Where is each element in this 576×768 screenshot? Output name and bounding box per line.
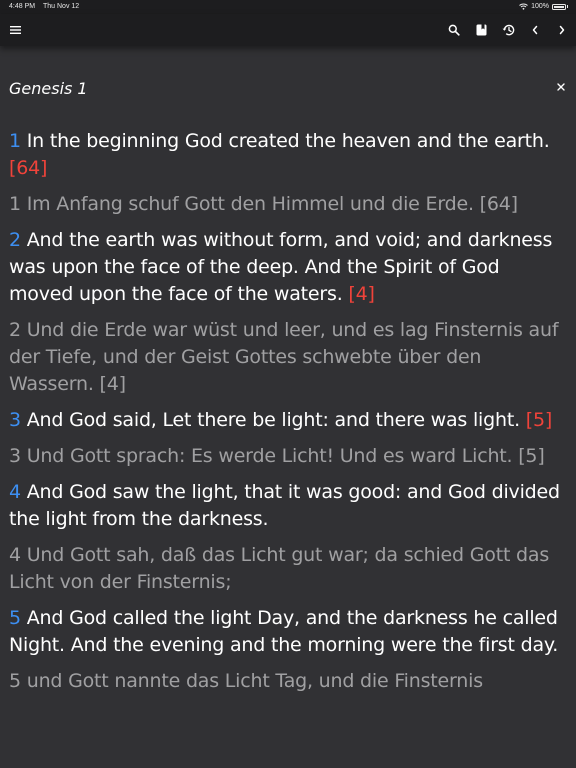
verse-number[interactable]: 4 bbox=[9, 481, 21, 503]
verse-number[interactable]: 2 bbox=[9, 229, 21, 251]
search-icon[interactable] bbox=[442, 14, 466, 46]
verse-text: And God said, Let there be light: and th… bbox=[20, 409, 526, 431]
verse-number[interactable]: 5 bbox=[9, 607, 21, 629]
verse-list: 1 In the beginning God created the heave… bbox=[9, 128, 569, 704]
status-right: 100% bbox=[519, 3, 568, 10]
verse-text: And God called the light Day, and the da… bbox=[9, 607, 559, 656]
verse-text: And God saw the light, that it was good:… bbox=[9, 481, 560, 530]
verse-number[interactable]: 3 bbox=[9, 409, 21, 431]
battery-cap bbox=[567, 5, 568, 8]
verse-german[interactable]: 4 Und Gott sah, daß das Licht gut war; d… bbox=[9, 542, 569, 596]
chevron-left-icon[interactable] bbox=[523, 14, 547, 46]
verse-text: And the earth was without form, and void… bbox=[9, 229, 553, 305]
battery-icon bbox=[552, 3, 566, 10]
close-icon bbox=[557, 83, 565, 91]
status-bar: 4:48 PM Thu Nov 12 100% bbox=[0, 0, 576, 14]
wifi-icon bbox=[519, 3, 528, 10]
verse-number[interactable]: 1 bbox=[9, 130, 21, 152]
cross-reference-link[interactable]: [4] bbox=[348, 283, 375, 305]
history-clock-icon[interactable] bbox=[496, 14, 520, 46]
verse-english[interactable]: 2 And the earth was without form, and vo… bbox=[9, 227, 569, 308]
toolbar bbox=[0, 14, 576, 46]
status-date: Thu Nov 12 bbox=[43, 3, 80, 10]
verse-german[interactable]: 2 Und die Erde war wüst und leer, und es… bbox=[9, 317, 569, 398]
verse-german[interactable]: 5 und Gott nannte das Licht Tag, und die… bbox=[9, 668, 569, 695]
hamburger-menu-icon[interactable] bbox=[4, 14, 28, 46]
cross-reference-link[interactable]: [64] bbox=[9, 157, 47, 179]
reader-content[interactable]: Genesis 1 1 In the beginning God created… bbox=[0, 46, 576, 768]
verse-text: In the beginning God created the heaven … bbox=[20, 130, 550, 152]
close-button[interactable] bbox=[553, 79, 569, 95]
bottom-fade bbox=[0, 750, 576, 768]
status-time: 4:48 PM bbox=[9, 3, 36, 10]
verse-german[interactable]: 1 Im Anfang schuf Gott den Himmel und di… bbox=[9, 191, 569, 218]
bookmark-book-icon[interactable] bbox=[469, 14, 493, 46]
chapter-title: Genesis 1 bbox=[9, 79, 88, 98]
verse-german[interactable]: 3 Und Gott sprach: Es werde Licht! Und e… bbox=[9, 443, 569, 470]
verse-english[interactable]: 5 And God called the light Day, and the … bbox=[9, 605, 569, 659]
verse-english[interactable]: 3 And God said, Let there be light: and … bbox=[9, 407, 569, 434]
cross-reference-link[interactable]: [5] bbox=[526, 409, 553, 431]
battery-percent: 100% bbox=[531, 3, 549, 10]
verse-english[interactable]: 1 In the beginning God created the heave… bbox=[9, 128, 569, 182]
verse-english[interactable]: 4 And God saw the light, that it was goo… bbox=[9, 479, 569, 533]
chevron-right-icon[interactable] bbox=[550, 14, 574, 46]
